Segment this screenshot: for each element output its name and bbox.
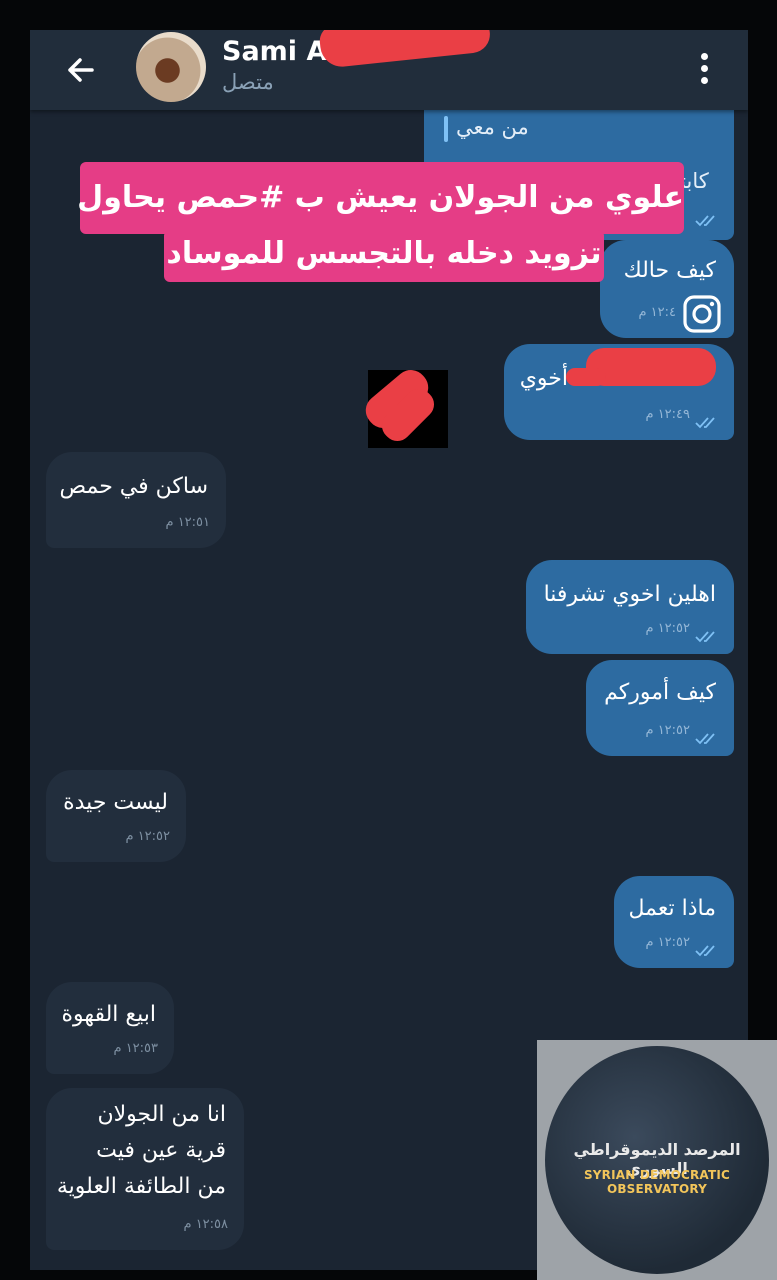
message-text-line1: انا من الجولان <box>97 1102 226 1127</box>
contact-avatar[interactable] <box>136 32 206 102</box>
redaction-mark-2 <box>566 368 606 386</box>
message-bubble-how-things[interactable]: كيف أموركم ١٢:٥٢ م <box>586 660 734 756</box>
name-redaction <box>318 30 492 69</box>
chat-header: Sami A متصل <box>30 30 748 110</box>
message-bubble-brother[interactable]: أخوي ١٢:٤٩ م <box>504 344 734 440</box>
double-check-icon <box>695 631 715 643</box>
message-text-line2: قرية عين فيت <box>96 1138 226 1163</box>
instagram-icon <box>682 294 722 334</box>
contact-status: متصل <box>222 70 274 94</box>
message-text: كيف أموركم <box>604 680 716 705</box>
message-time: ١٢:٥٢ م <box>125 829 171 844</box>
reply-quote-bar <box>444 116 448 142</box>
message-time: ١٢:٥٢ م <box>645 621 691 636</box>
redacted-sticker <box>359 363 448 448</box>
message-time: ١٢:٥٨ م <box>183 1217 229 1232</box>
message-text: أخوي <box>519 366 568 391</box>
message-text-line3: من الطائفة العلوية <box>56 1174 226 1199</box>
message-text: ليست جيدة <box>63 790 168 815</box>
watermark-logo: المرصد الديموقراطي السوري SYRIAN DEMOCRA… <box>537 1040 777 1280</box>
message-time: ١٢:٥٣ م <box>113 1041 159 1056</box>
back-arrow-icon[interactable] <box>60 50 100 90</box>
message-bubble-sell-coffee[interactable]: ابيع القهوة ١٢:٥٣ م <box>46 982 174 1074</box>
more-vertical-icon[interactable] <box>694 48 714 92</box>
message-text: اهلين اخوي تشرفنا <box>543 582 716 607</box>
double-check-icon <box>695 215 715 227</box>
message-text: كيف حالك <box>623 258 716 283</box>
double-check-icon <box>695 417 715 429</box>
double-check-icon <box>695 945 715 957</box>
contact-name[interactable]: Sami A <box>222 36 327 67</box>
redaction-mark <box>586 348 716 386</box>
message-time: ١٢:٥١ م <box>165 515 211 530</box>
message-time: ١٢:٥٢ م <box>645 723 691 738</box>
message-bubble-welcome[interactable]: اهلين اخوي تشرفنا ١٢:٥٢ م <box>526 560 734 654</box>
message-bubble-how-are-you[interactable]: كيف حالك ١٢:٤ م <box>600 240 734 338</box>
message-text: ساكن في حمص <box>59 474 208 499</box>
message-time: ١٢:٤ م <box>638 305 676 320</box>
message-bubble-what-do[interactable]: ماذا تعمل ١٢:٥٢ م <box>614 876 734 968</box>
message-time: ١٢:٥٢ م <box>645 935 691 950</box>
message-text: ابيع القهوة <box>61 1002 156 1027</box>
message-bubble-from-golan[interactable]: انا من الجولان قرية عين فيت من الطائفة ا… <box>46 1088 244 1250</box>
message-bubble-not-good[interactable]: ليست جيدة ١٢:٥٢ م <box>46 770 186 862</box>
message-text: ماذا تعمل <box>628 896 716 921</box>
reply-quote-label: من معي <box>456 115 529 139</box>
headline-banner-line1: علوي من الجولان يعيش ب #حمص يحاول <box>77 162 684 234</box>
headline-banner-line2: تزويد دخله بالتجسس للموساد <box>164 230 604 282</box>
message-time: ١٢:٤٩ م <box>645 407 691 422</box>
double-check-icon <box>695 733 715 745</box>
watermark-english: SYRIAN DEMOCRATIC OBSERVATORY <box>583 1168 731 1196</box>
message-bubble-live-in-homs[interactable]: ساكن في حمص ١٢:٥١ م <box>46 452 226 548</box>
watermark-circle: المرصد الديموقراطي السوري SYRIAN DEMOCRA… <box>545 1046 769 1274</box>
